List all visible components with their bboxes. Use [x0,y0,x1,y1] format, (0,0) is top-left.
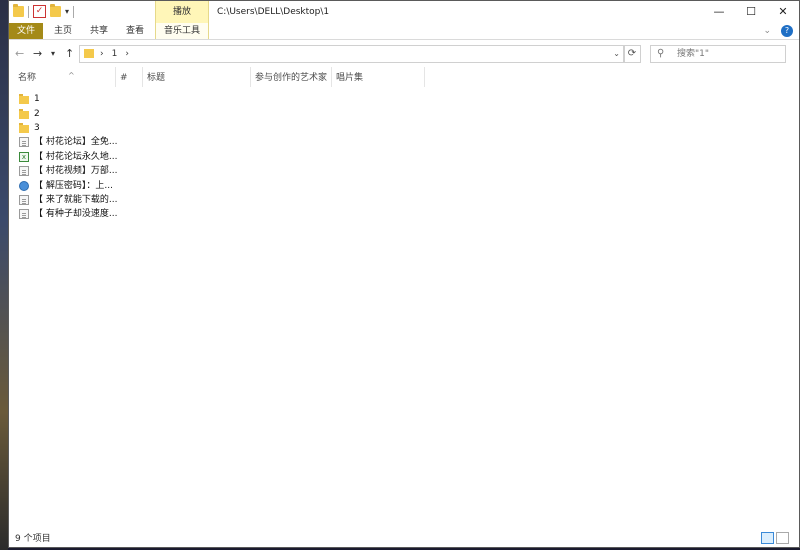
column-title[interactable]: 标题 [143,67,251,87]
item-count: 9 个项目 [15,534,51,544]
item-name: 【 村花视频】万部... [34,166,118,177]
search-input[interactable]: 搜索"1" [677,46,709,62]
new-folder-icon[interactable] [50,4,61,17]
search-box[interactable]: ⚲ 搜索"1" [650,45,786,63]
maximize-button[interactable]: ☐ [735,1,767,23]
folder-icon [19,122,29,133]
file-explorer-window: ✓ ▾ 播放 C:\Users\DELL\Desktop\1 — ☐ ✕ 文件 … [8,0,800,548]
details-view-icon[interactable] [761,532,774,544]
item-name: 1 [34,94,40,105]
window-controls: — ☐ ✕ [703,1,799,23]
large-icons-view-icon[interactable] [776,532,789,544]
minimize-button[interactable]: — [703,1,735,23]
excel-document-icon: x [19,151,29,162]
column-name[interactable]: 名称 ^ [14,67,116,87]
refresh-button[interactable]: ⟳ [623,45,641,63]
breadcrumb-folder-1[interactable]: 1 [112,46,118,62]
item-name: 【 来了就能下载的... [34,194,118,205]
ribbon-tabs: 文件 主页 共享 查看 音乐工具 ⌄ ? [9,23,799,40]
navigation-bar: ← → ▾ ↑ › 1 › ⌄ ⟳ ⚲ 搜索"1" [9,43,799,65]
folder-icon [19,108,29,119]
column-contributing-artists[interactable]: 参与创作的艺术家 [251,67,332,87]
list-item[interactable]: 【 解压密码】：上... [9,178,799,192]
recent-locations-icon[interactable]: ▾ [51,49,55,58]
view-buttons [761,532,789,544]
toolbar-separator [73,5,75,18]
list-item[interactable]: 2 [9,106,799,120]
list-item[interactable]: 【 村花视频】万部... [9,164,799,178]
tab-music-tools[interactable]: 音乐工具 [155,23,209,39]
tab-home[interactable]: 主页 [49,23,77,39]
item-name: 【 村花论坛永久地... [34,151,118,162]
item-name: 【 解压密码】：上... [34,180,113,191]
tab-view[interactable]: 查看 [121,23,149,39]
text-document-icon [19,166,29,177]
context-tab-play[interactable]: 播放 [155,1,209,23]
search-icon: ⚲ [657,48,665,59]
breadcrumb-separator[interactable]: › [125,46,129,62]
toolbar-separator [28,5,29,18]
list-item[interactable]: 【 有种子却没速度... [9,207,799,221]
breadcrumb: › 1 › [100,46,129,62]
text-document-icon [19,194,29,205]
up-arrow-icon[interactable]: ↑ [65,47,74,60]
desktop-background-strip [0,0,8,550]
title-bar: ✓ ▾ 播放 C:\Users\DELL\Desktop\1 — ☐ ✕ [9,1,799,23]
item-name: 【 村花论坛】全免... [34,137,118,148]
address-dropdown-icon[interactable]: ⌄ [613,46,620,62]
sort-ascending-icon: ^ [68,71,75,80]
item-name: 3 [34,122,40,133]
column-album[interactable]: 唱片集 [332,67,425,87]
list-item[interactable]: 3 [9,121,799,135]
breadcrumb-separator[interactable]: › [100,46,104,62]
status-bar: 9 个项目 [9,531,799,547]
tab-file[interactable]: 文件 [9,23,43,39]
folder-icon [84,49,94,58]
item-name: 2 [34,108,40,119]
list-item[interactable]: 【 村花论坛】全免... [9,135,799,149]
help-icon[interactable]: ? [781,25,793,37]
list-item[interactable]: 【 来了就能下载的... [9,193,799,207]
folder-icon[interactable] [13,4,24,17]
properties-icon[interactable]: ✓ [33,5,46,18]
customize-toolbar-icon[interactable]: ▾ [65,7,69,16]
close-button[interactable]: ✕ [767,1,799,23]
folder-icon [19,94,29,105]
text-document-icon [19,209,29,220]
quick-access-toolbar: ✓ ▾ [13,4,75,18]
file-list: 1 2 3 【 村花论坛】全免... x 【 村花论坛永久地... 【 村花视频】… [9,92,799,222]
ribbon-right-controls: ⌄ ? [763,23,793,39]
list-item[interactable]: 1 [9,92,799,106]
list-item[interactable]: x 【 村花论坛永久地... [9,150,799,164]
column-number[interactable]: # [116,67,143,87]
text-document-icon [19,137,29,148]
address-bar[interactable]: › 1 › ⌄ [79,45,625,63]
back-arrow-icon[interactable]: ← [15,47,24,60]
item-name: 【 有种子却没速度... [34,209,118,220]
column-header: 名称 ^ # 标题 参与创作的艺术家 唱片集 [9,67,799,87]
expand-ribbon-icon[interactable]: ⌄ [763,23,771,39]
web-shortcut-icon [19,180,29,191]
window-title: C:\Users\DELL\Desktop\1 [217,7,330,17]
tab-share[interactable]: 共享 [85,23,113,39]
column-name-label: 名称 [18,73,37,83]
forward-arrow-icon[interactable]: → [33,47,42,60]
